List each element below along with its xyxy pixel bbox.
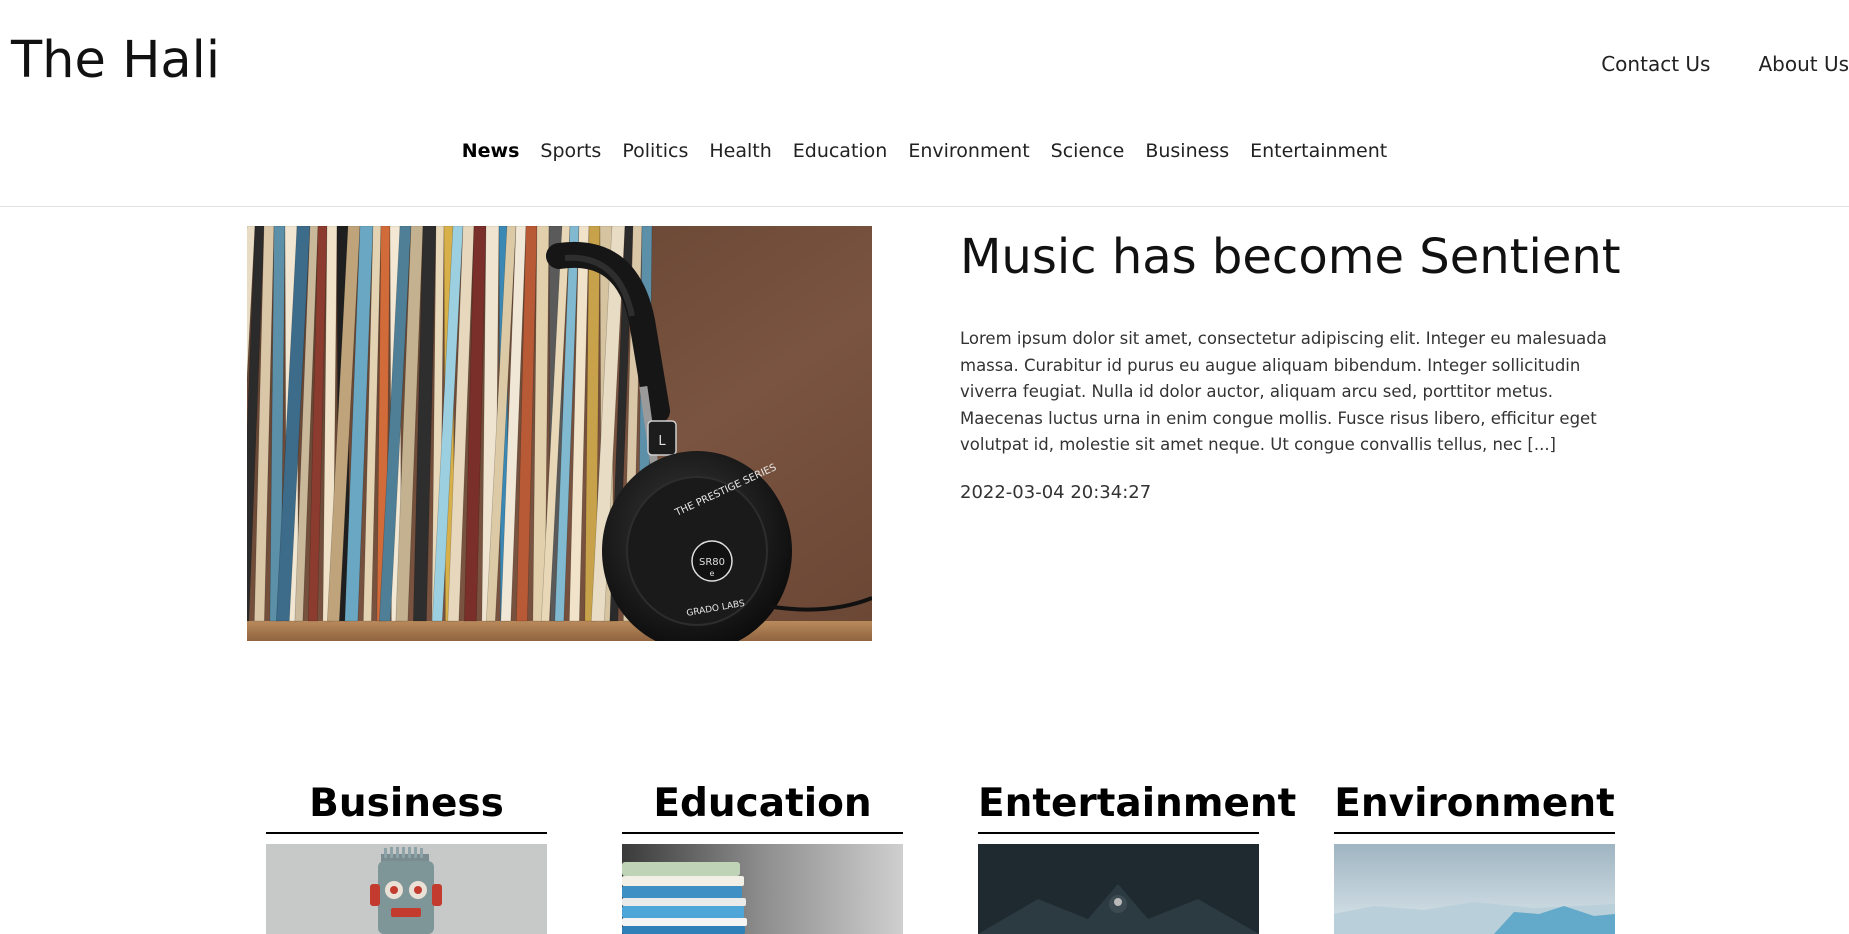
nav-item-environment[interactable]: Environment xyxy=(908,136,1029,166)
headphone-side-text: L xyxy=(658,434,666,449)
featured-title[interactable]: Music has become Sentient xyxy=(960,224,1621,290)
about-us-link[interactable]: About Us xyxy=(1758,49,1849,79)
nav-item-business[interactable]: Business xyxy=(1145,136,1229,166)
featured-image[interactable]: L SR80 e THE PRESTIGE SERIES GRADO LABS xyxy=(247,226,872,641)
section-heading-business[interactable]: Business xyxy=(266,776,547,834)
section-thumb-entertainment[interactable] xyxy=(978,844,1259,934)
section-thumb-environment[interactable] xyxy=(1334,844,1615,934)
nav-item-health[interactable]: Health xyxy=(709,136,771,166)
section-education: Education xyxy=(622,776,903,934)
nav-item-politics[interactable]: Politics xyxy=(622,136,688,166)
nav-item-news[interactable]: News xyxy=(462,136,520,166)
section-thumb-business[interactable] xyxy=(266,844,547,934)
headphone-model-text: SR80 xyxy=(699,557,725,568)
nav-item-entertainment[interactable]: Entertainment xyxy=(1250,136,1387,166)
nav-item-education[interactable]: Education xyxy=(793,136,888,166)
nav-item-science[interactable]: Science xyxy=(1051,136,1125,166)
records-headphones-illustration: L SR80 e THE PRESTIGE SERIES GRADO LABS xyxy=(247,226,872,641)
robot-illustration xyxy=(266,844,547,934)
site-header: The Hali Contact Us About Us News Sports… xyxy=(0,0,1849,207)
top-links: Contact Us About Us xyxy=(1601,49,1849,79)
category-nav: News Sports Politics Health Education En… xyxy=(0,136,1849,166)
books-illustration xyxy=(622,844,903,934)
section-entertainment: Entertainment xyxy=(978,776,1296,934)
iceberg-illustration xyxy=(1334,844,1615,934)
featured-date: 2022-03-04 20:34:27 xyxy=(960,482,1152,503)
section-thumb-education[interactable] xyxy=(622,844,903,934)
section-environment: Environment xyxy=(1334,776,1615,934)
featured-excerpt: Lorem ipsum dolor sit amet, consectetur … xyxy=(960,329,1607,454)
section-heading-environment[interactable]: Environment xyxy=(1334,776,1615,834)
section-business: Business xyxy=(266,776,547,934)
site-title[interactable]: The Hali xyxy=(11,30,220,92)
stage-illustration xyxy=(978,844,1259,934)
contact-us-link[interactable]: Contact Us xyxy=(1601,49,1710,79)
section-heading-education[interactable]: Education xyxy=(622,776,903,834)
section-heading-entertainment[interactable]: Entertainment xyxy=(978,776,1296,834)
nav-item-sports[interactable]: Sports xyxy=(540,136,601,166)
headphone-sub-text: e xyxy=(710,569,715,578)
